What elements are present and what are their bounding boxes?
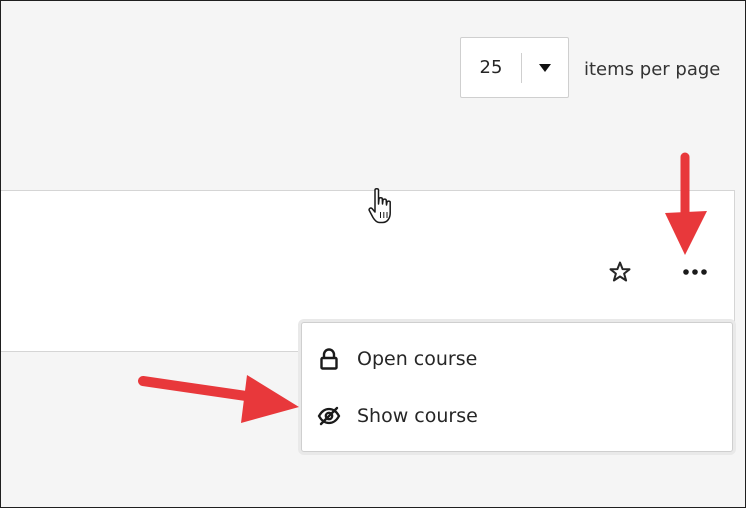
- page-size-select[interactable]: 25: [460, 37, 569, 98]
- red-arrow: [138, 375, 299, 423]
- favorite-button[interactable]: [605, 257, 635, 287]
- ellipsis-icon: [683, 269, 707, 275]
- items-per-page-label: items per page: [584, 59, 721, 80]
- menu-item-open-course[interactable]: Open course: [302, 337, 732, 381]
- star-icon: [609, 261, 631, 282]
- caret-down-icon[interactable]: [522, 38, 568, 97]
- eye-slash-icon: [317, 404, 341, 428]
- menu-item-label: Show course: [357, 405, 478, 427]
- lock-icon: [317, 347, 341, 371]
- menu-item-label: Open course: [357, 348, 478, 370]
- menu-item-show-course[interactable]: Show course: [302, 394, 732, 438]
- screenshot-frame: 25 items per page Open course Show cours…: [0, 0, 746, 508]
- course-options-menu: Open course Show course: [301, 322, 733, 452]
- page-size-value: 25: [479, 57, 503, 78]
- more-options-button[interactable]: [679, 257, 711, 287]
